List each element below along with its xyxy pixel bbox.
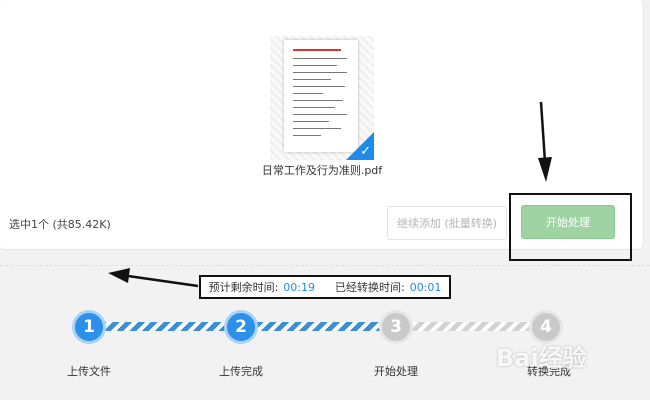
step-2-label: 上传完成 (219, 365, 263, 378)
arrow-line (127, 274, 199, 288)
progress-track-done (255, 322, 395, 331)
step-1-circle: 1 (72, 310, 106, 344)
arrow-head-icon (538, 157, 552, 182)
arrow-line (539, 101, 547, 163)
progress-track-done (103, 322, 238, 331)
baidu-watermark: Bai经验 (496, 344, 587, 372)
step-1-label: 上传文件 (67, 365, 111, 378)
step-3-circle: 3 (379, 310, 413, 344)
step-2-circle: 2 (224, 310, 258, 344)
arrow-head-icon (108, 268, 130, 283)
step-3-label: 开始处理 (374, 365, 418, 378)
progress-track-pending (412, 322, 544, 331)
